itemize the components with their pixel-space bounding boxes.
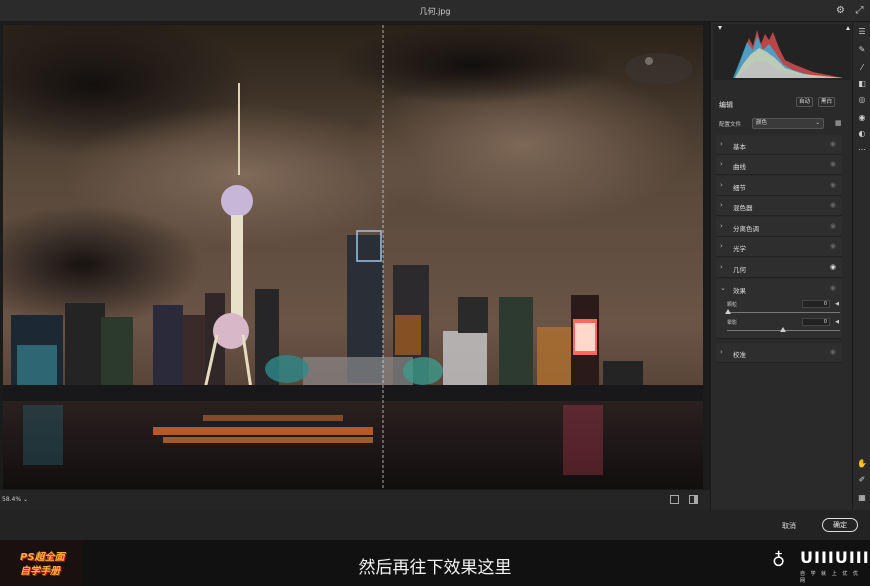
chevron-down-icon: ⌄ — [720, 284, 726, 292]
section-effects[interactable]: ⌄ 效果 ◉ 颗粒 0 ◀ 晕影 0 ◀ — [716, 279, 842, 339]
subtitle-text: 然后再往下效果这里 — [358, 558, 512, 578]
slider-label: 颗粒 — [727, 302, 738, 308]
section-label: 分离色调 — [733, 225, 759, 233]
graduated-filter-icon[interactable]: ◧ — [856, 78, 868, 90]
section-curves[interactable]: › 曲线 ◉ — [716, 155, 842, 175]
eye-icon[interactable]: ◉ — [830, 222, 836, 230]
section-optics[interactable]: › 光学 ◉ — [716, 237, 842, 257]
slider-options-icon[interactable]: ◀ — [835, 319, 839, 325]
chevron-right-icon: › — [720, 242, 723, 250]
subtitle-bar: PS超全面 自学手册 然后再往下效果这里 ♁ UIIIUIII 自 学 就 上 … — [0, 540, 870, 586]
adjust-sliders-icon[interactable]: ☰ — [856, 26, 868, 38]
eye-icon[interactable]: ◉ — [830, 348, 836, 356]
pencil-icon[interactable]: ⁄ — [856, 62, 868, 74]
brush-icon[interactable]: ✎ — [856, 44, 868, 56]
profile-browser-icon[interactable]: ▦ — [835, 119, 843, 127]
section-label: 光学 — [733, 245, 746, 253]
slider-options-icon[interactable]: ◀ — [835, 301, 839, 307]
uiiiuiii-logo: ♁ UIIIUIII 自 学 就 上 优 优 网 — [766, 540, 870, 586]
zoom-level[interactable]: 58.4% ⌄ — [2, 496, 28, 503]
single-view-icon[interactable] — [670, 495, 679, 504]
auto-button[interactable]: 自动 — [796, 97, 814, 107]
logo-tagline: 自 学 就 上 优 优 网 — [800, 571, 860, 584]
dialog-footer: 取消 确定 — [0, 510, 870, 540]
slider-value-input[interactable]: 0 — [802, 300, 830, 308]
color-sampler-icon[interactable]: ✐ — [856, 474, 868, 486]
chevron-right-icon: › — [720, 160, 723, 168]
profile-select[interactable]: 颜色 ⌄ — [752, 118, 824, 129]
section-label: 曲线 — [733, 163, 746, 171]
slider-thumb[interactable] — [725, 309, 731, 314]
section-label: 混色器 — [733, 204, 753, 212]
section-color-mixer[interactable]: › 混色器 ◉ — [716, 196, 842, 216]
eye-icon[interactable]: ◉ — [830, 263, 836, 271]
section-calibration[interactable]: › 校准 ◉ — [716, 343, 842, 363]
title-bar: 几何.jpg ⚙ ⤢ — [0, 0, 870, 22]
section-geometry[interactable]: › 几何 ◉ — [716, 258, 842, 278]
eye-icon[interactable]: ◉ — [830, 160, 836, 168]
section-label: 细节 — [733, 184, 746, 192]
eye-icon[interactable]: ◉ — [830, 284, 836, 292]
slider-value-input[interactable]: 0 — [802, 318, 830, 326]
ok-button[interactable]: 确定 — [822, 518, 858, 532]
chevron-right-icon: › — [720, 181, 723, 189]
section-label: 几何 — [733, 266, 746, 274]
grid-icon[interactable]: ▦ — [856, 492, 868, 504]
slider-label: 晕影 — [727, 320, 738, 326]
eye-icon[interactable]: ◉ — [830, 140, 836, 148]
cancel-button[interactable]: 取消 — [782, 521, 796, 531]
profile-value: 颜色 — [756, 120, 768, 126]
section-label: 基本 — [733, 143, 746, 151]
radial-filter-icon[interactable]: ◎ — [856, 94, 868, 106]
chevron-right-icon: › — [720, 348, 723, 356]
chevron-right-icon: › — [720, 222, 723, 230]
black-white-button[interactable]: 黑白 — [818, 97, 836, 107]
more-icon[interactable]: ⋯ — [856, 144, 868, 156]
window-title: 几何.jpg — [419, 7, 451, 16]
edit-heading: 编辑 — [719, 101, 733, 109]
tool-strip: ☰ ✎ ⁄ ◧ ◎ ◉ ◐ ⋯ ✋ ✐ ▦ — [852, 22, 870, 510]
red-eye-icon[interactable]: ◉ — [856, 112, 868, 124]
section-basic[interactable]: › 基本 ◉ — [716, 135, 842, 155]
logo-wordmark: UIIIUIII — [800, 548, 870, 567]
eye-icon[interactable]: ◉ — [830, 201, 836, 209]
histogram — [713, 24, 851, 80]
expand-icon[interactable]: ⤢ — [853, 4, 866, 17]
hand-icon[interactable]: ✋ — [856, 458, 868, 470]
settings-gear-icon[interactable]: ⚙ — [834, 4, 847, 17]
chevron-down-icon: ⌄ — [815, 120, 820, 126]
chevron-right-icon: › — [720, 201, 723, 209]
zoom-value: 58.4% — [2, 496, 22, 503]
grain-slider-row: 颗粒 0 ◀ — [722, 300, 840, 319]
edit-panel: 编辑 自动 黑白 配置文件 颜色 ⌄ ▦ › 基本 ◉ › 曲线 ◉ › 细节 ◉… — [710, 22, 852, 510]
chevron-right-icon: › — [720, 140, 723, 148]
profile-row: 配置文件 颜色 ⌄ ▦ — [719, 118, 843, 130]
photo-preview — [3, 25, 703, 489]
slider-track[interactable] — [727, 312, 840, 313]
eye-icon[interactable]: ◉ — [830, 242, 836, 250]
canvas-footer: 58.4% ⌄ — [0, 490, 710, 510]
section-label: 效果 — [733, 287, 746, 295]
vignette-slider-row: 晕影 0 ◀ — [722, 318, 840, 337]
presets-icon[interactable]: ◐ — [856, 128, 868, 140]
lightbulb-icon: ♁ — [772, 550, 786, 571]
section-split-toning[interactable]: › 分离色调 ◉ — [716, 217, 842, 237]
section-label: 校准 — [733, 351, 746, 359]
slider-thumb[interactable] — [780, 327, 786, 332]
eye-icon[interactable]: ◉ — [830, 181, 836, 189]
chevron-right-icon: › — [720, 263, 723, 271]
image-canvas[interactable] — [0, 22, 710, 490]
compare-view-icon[interactable] — [689, 495, 698, 504]
profile-label: 配置文件 — [719, 122, 742, 128]
section-detail[interactable]: › 细节 ◉ — [716, 176, 842, 196]
